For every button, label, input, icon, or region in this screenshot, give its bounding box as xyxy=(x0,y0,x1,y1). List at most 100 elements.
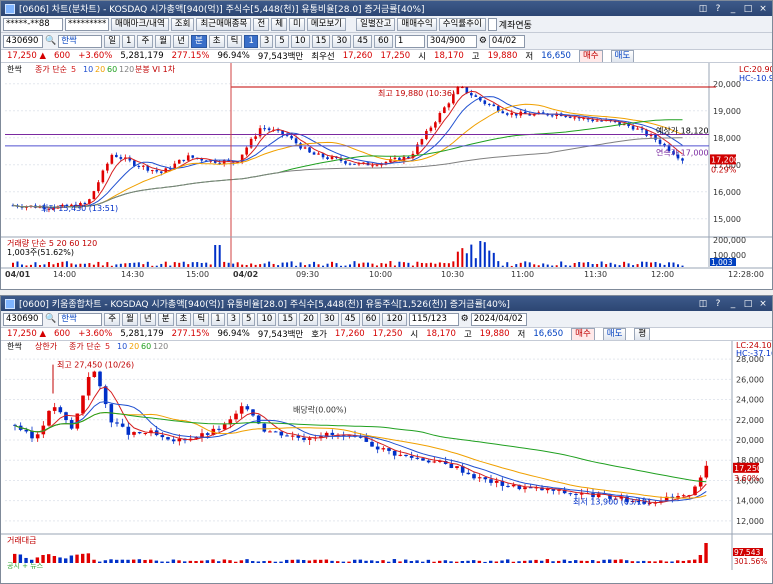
period-year[interactable]: 년 xyxy=(173,34,189,48)
range-field-2[interactable]: 115/123 xyxy=(408,312,459,326)
settings-icon[interactable]: ⚙ xyxy=(479,36,487,46)
candle-body xyxy=(312,152,316,155)
interval-45[interactable]: 45 xyxy=(353,34,373,48)
stock-code-input-2[interactable]: 430690 xyxy=(3,312,43,326)
period-week-2[interactable]: 주 xyxy=(104,312,121,326)
help-icon-2[interactable]: ? xyxy=(713,299,723,309)
date-field[interactable]: 04/02 xyxy=(488,34,525,48)
buy-button[interactable]: 매수 xyxy=(578,50,603,62)
volume-bar xyxy=(290,261,293,267)
period-tick[interactable]: 틱 xyxy=(226,34,243,48)
maximize-icon[interactable]: □ xyxy=(743,4,753,14)
buy-button-2[interactable]: 매수 xyxy=(571,328,595,340)
interval-15[interactable]: 15 xyxy=(311,34,331,48)
interval-5-2[interactable]: 5 xyxy=(242,312,256,326)
period-minute[interactable]: 분 xyxy=(190,34,207,48)
candle-body xyxy=(182,159,186,161)
volume-bar xyxy=(38,265,41,267)
interval-20-2[interactable]: 20 xyxy=(299,312,318,326)
search-icon[interactable]: 🔍 xyxy=(45,36,56,46)
link-account-checkbox[interactable] xyxy=(487,17,497,31)
interval-3[interactable]: 3 xyxy=(259,34,274,48)
interval-1-2[interactable]: 1 xyxy=(211,312,225,326)
legend-ma-period: 10 xyxy=(117,342,127,351)
minimize-icon[interactable]: _ xyxy=(728,4,738,14)
stock-code-input[interactable]: 430690 xyxy=(3,34,43,48)
range-field[interactable]: 304/900 xyxy=(426,34,477,48)
interval-45-2[interactable]: 45 xyxy=(340,312,360,326)
daily-chart-svg[interactable]: 28,00026,00024,00022,00020,00018,00016,0… xyxy=(1,341,772,570)
period-month-2[interactable]: 월 xyxy=(122,312,138,326)
volume-bar xyxy=(420,262,423,267)
trade-profit-button[interactable]: 매매수익 xyxy=(397,17,437,31)
interval-60-2[interactable]: 60 xyxy=(361,312,381,326)
candle-body xyxy=(98,371,102,387)
date-field-2[interactable]: 2024/04/02 xyxy=(470,312,527,326)
period-day-count[interactable]: 1 xyxy=(122,34,136,48)
return-trend-button[interactable]: 수익률추이 xyxy=(438,17,486,31)
window-titlebar[interactable]: [0606] 차트(분차트) - KOSDAQ 시가총액[940(억)] 주식수… xyxy=(1,1,772,16)
interval-1[interactable]: 1 xyxy=(244,34,258,48)
legend-vi: 분봉 VI 1차 xyxy=(135,65,176,74)
account-field[interactable]: *****-**88 xyxy=(3,17,63,31)
interval-3-2[interactable]: 3 xyxy=(226,312,241,326)
settings-icon-2[interactable]: ⚙ xyxy=(461,314,469,324)
minute-chart-svg[interactable]: 20,00019,00018,00017,00016,00015,000한싹 종가… xyxy=(1,63,772,279)
close-icon-2[interactable]: × xyxy=(758,299,768,309)
filter-filled-button[interactable]: 체 xyxy=(271,17,288,31)
period-second-2[interactable]: 초 xyxy=(175,312,192,326)
query-button[interactable]: 조회 xyxy=(170,17,195,31)
period-year-2[interactable]: 년 xyxy=(139,312,156,326)
candle-body xyxy=(262,423,267,432)
minimize-icon-2[interactable]: _ xyxy=(728,299,738,309)
maximize-icon-2[interactable]: □ xyxy=(743,299,753,309)
candle-body xyxy=(126,426,131,435)
interval-15-2[interactable]: 15 xyxy=(278,312,298,326)
daily-chart-area[interactable]: 28,000 26,000 24,000 22,000 20,000 18,000 16,0… xyxy=(1,341,772,570)
high-annotation: 최고 27,450 (10/26) xyxy=(57,360,134,370)
link-icon-2[interactable]: ◫ xyxy=(698,299,708,309)
volume-bar xyxy=(605,264,608,267)
period-tick-2[interactable]: 틱 xyxy=(193,312,210,326)
period-day[interactable]: 일 xyxy=(104,34,121,48)
search-icon-2[interactable]: 🔍 xyxy=(45,314,56,324)
candle-body xyxy=(466,472,471,475)
interval-30-2[interactable]: 30 xyxy=(319,312,339,326)
interval-5[interactable]: 5 xyxy=(275,34,289,48)
volume-bar xyxy=(623,261,626,267)
candle-body xyxy=(438,112,442,123)
x-tick-label: 12:00 xyxy=(651,270,674,279)
link-icon[interactable]: ◫ xyxy=(698,4,708,14)
interval-60[interactable]: 60 xyxy=(374,34,393,48)
volume-ratio: 277.15% xyxy=(171,51,210,61)
period-week[interactable]: 주 xyxy=(137,34,154,48)
interval-10[interactable]: 10 xyxy=(290,34,310,48)
password-field[interactable]: ********* xyxy=(65,17,109,31)
close-icon[interactable]: × xyxy=(758,4,768,14)
interval-10-2[interactable]: 10 xyxy=(257,312,277,326)
interval-select[interactable]: 1 xyxy=(394,34,425,48)
period-month[interactable]: 월 xyxy=(155,34,172,48)
candle-body xyxy=(106,163,109,171)
sell-button[interactable]: 매도 xyxy=(610,50,635,62)
volume-bar xyxy=(488,250,491,267)
value-bar xyxy=(279,561,283,563)
period-second[interactable]: 초 xyxy=(208,34,225,48)
memo-button[interactable]: 메모보기 xyxy=(306,17,347,31)
interval-120-2[interactable]: 120 xyxy=(382,312,407,326)
filter-all-button[interactable]: 전 xyxy=(253,17,270,31)
eval-button[interactable]: 평 xyxy=(634,328,651,340)
period-minute-2[interactable]: 분 xyxy=(157,312,174,326)
interval-30[interactable]: 30 xyxy=(332,34,352,48)
minute-chart-area[interactable]: 20,000 19,000 18,000 17,000 16,000 15,000 한싹 종가… xyxy=(1,63,772,279)
help-icon[interactable]: ? xyxy=(713,4,723,14)
candle-body xyxy=(110,154,114,164)
window-titlebar-2[interactable]: [0600] 키움종합차트 - KOSDAQ 시가총액[940(억)] 유통비율… xyxy=(1,296,772,311)
volume-bar xyxy=(465,253,468,267)
sell-button-2[interactable]: 매도 xyxy=(602,328,627,340)
hc-label: HC:-10.97 xyxy=(739,74,772,83)
trade-mark-button[interactable]: 매매마크/내역 xyxy=(111,17,169,31)
recent-trade-button[interactable]: 최근매매종목 xyxy=(196,17,252,31)
filter-unfilled-button[interactable]: 미 xyxy=(289,17,305,31)
daily-balance-button[interactable]: 일별잔고 xyxy=(356,17,396,31)
